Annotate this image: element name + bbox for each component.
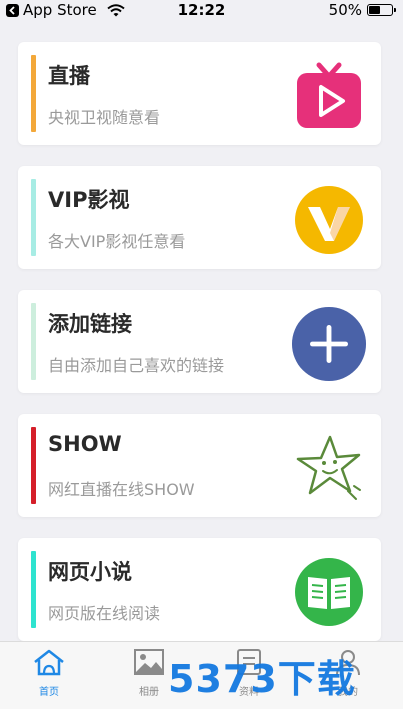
card-subtitle: 央视卫视随意看 [48,108,161,127]
vip-v-icon [291,182,367,258]
status-right: 50% [328,0,396,20]
card-novel[interactable]: 网页小说 网页版在线阅读 [18,538,381,641]
book-icon [291,554,367,630]
tab-home[interactable]: 首页 [19,648,79,706]
card-accent-bar [31,179,36,256]
plus-circle-icon [291,306,367,382]
card-accent-bar [31,303,36,380]
tab-label: 首页 [39,687,59,698]
card-title: 添加链接 [48,312,132,336]
card-accent-bar [31,55,36,132]
card-title: VIP影视 [48,188,130,212]
status-bar: App Store 12:22 50% [0,0,403,20]
card-subtitle: 网红直播在线SHOW [48,480,195,499]
card-title: 网页小说 [48,560,132,584]
home-icon [32,648,66,680]
star-face-icon [291,430,367,506]
card-subtitle: 各大VIP影视任意看 [48,232,186,251]
card-title: SHOW [48,432,122,456]
battery-percent: 50% [328,1,362,19]
card-vip[interactable]: VIP影视 各大VIP影视任意看 [18,166,381,269]
photo-icon [133,648,165,680]
battery-icon [367,4,396,16]
card-live[interactable]: 直播 央视卫视随意看 [18,42,381,145]
card-add-link[interactable]: 添加链接 自由添加自己喜欢的链接 [18,290,381,393]
card-title: 直播 [48,64,90,88]
card-subtitle: 自由添加自己喜欢的链接 [48,356,225,375]
watermark-logo: 5373下载 [168,657,356,701]
tab-label: 相册 [139,687,159,698]
tv-play-icon [291,58,367,134]
card-show[interactable]: SHOW 网红直播在线SHOW [18,414,381,517]
card-accent-bar [31,427,36,504]
card-subtitle: 网页版在线阅读 [48,604,161,623]
battery-level [369,6,380,14]
card-accent-bar [31,551,36,628]
